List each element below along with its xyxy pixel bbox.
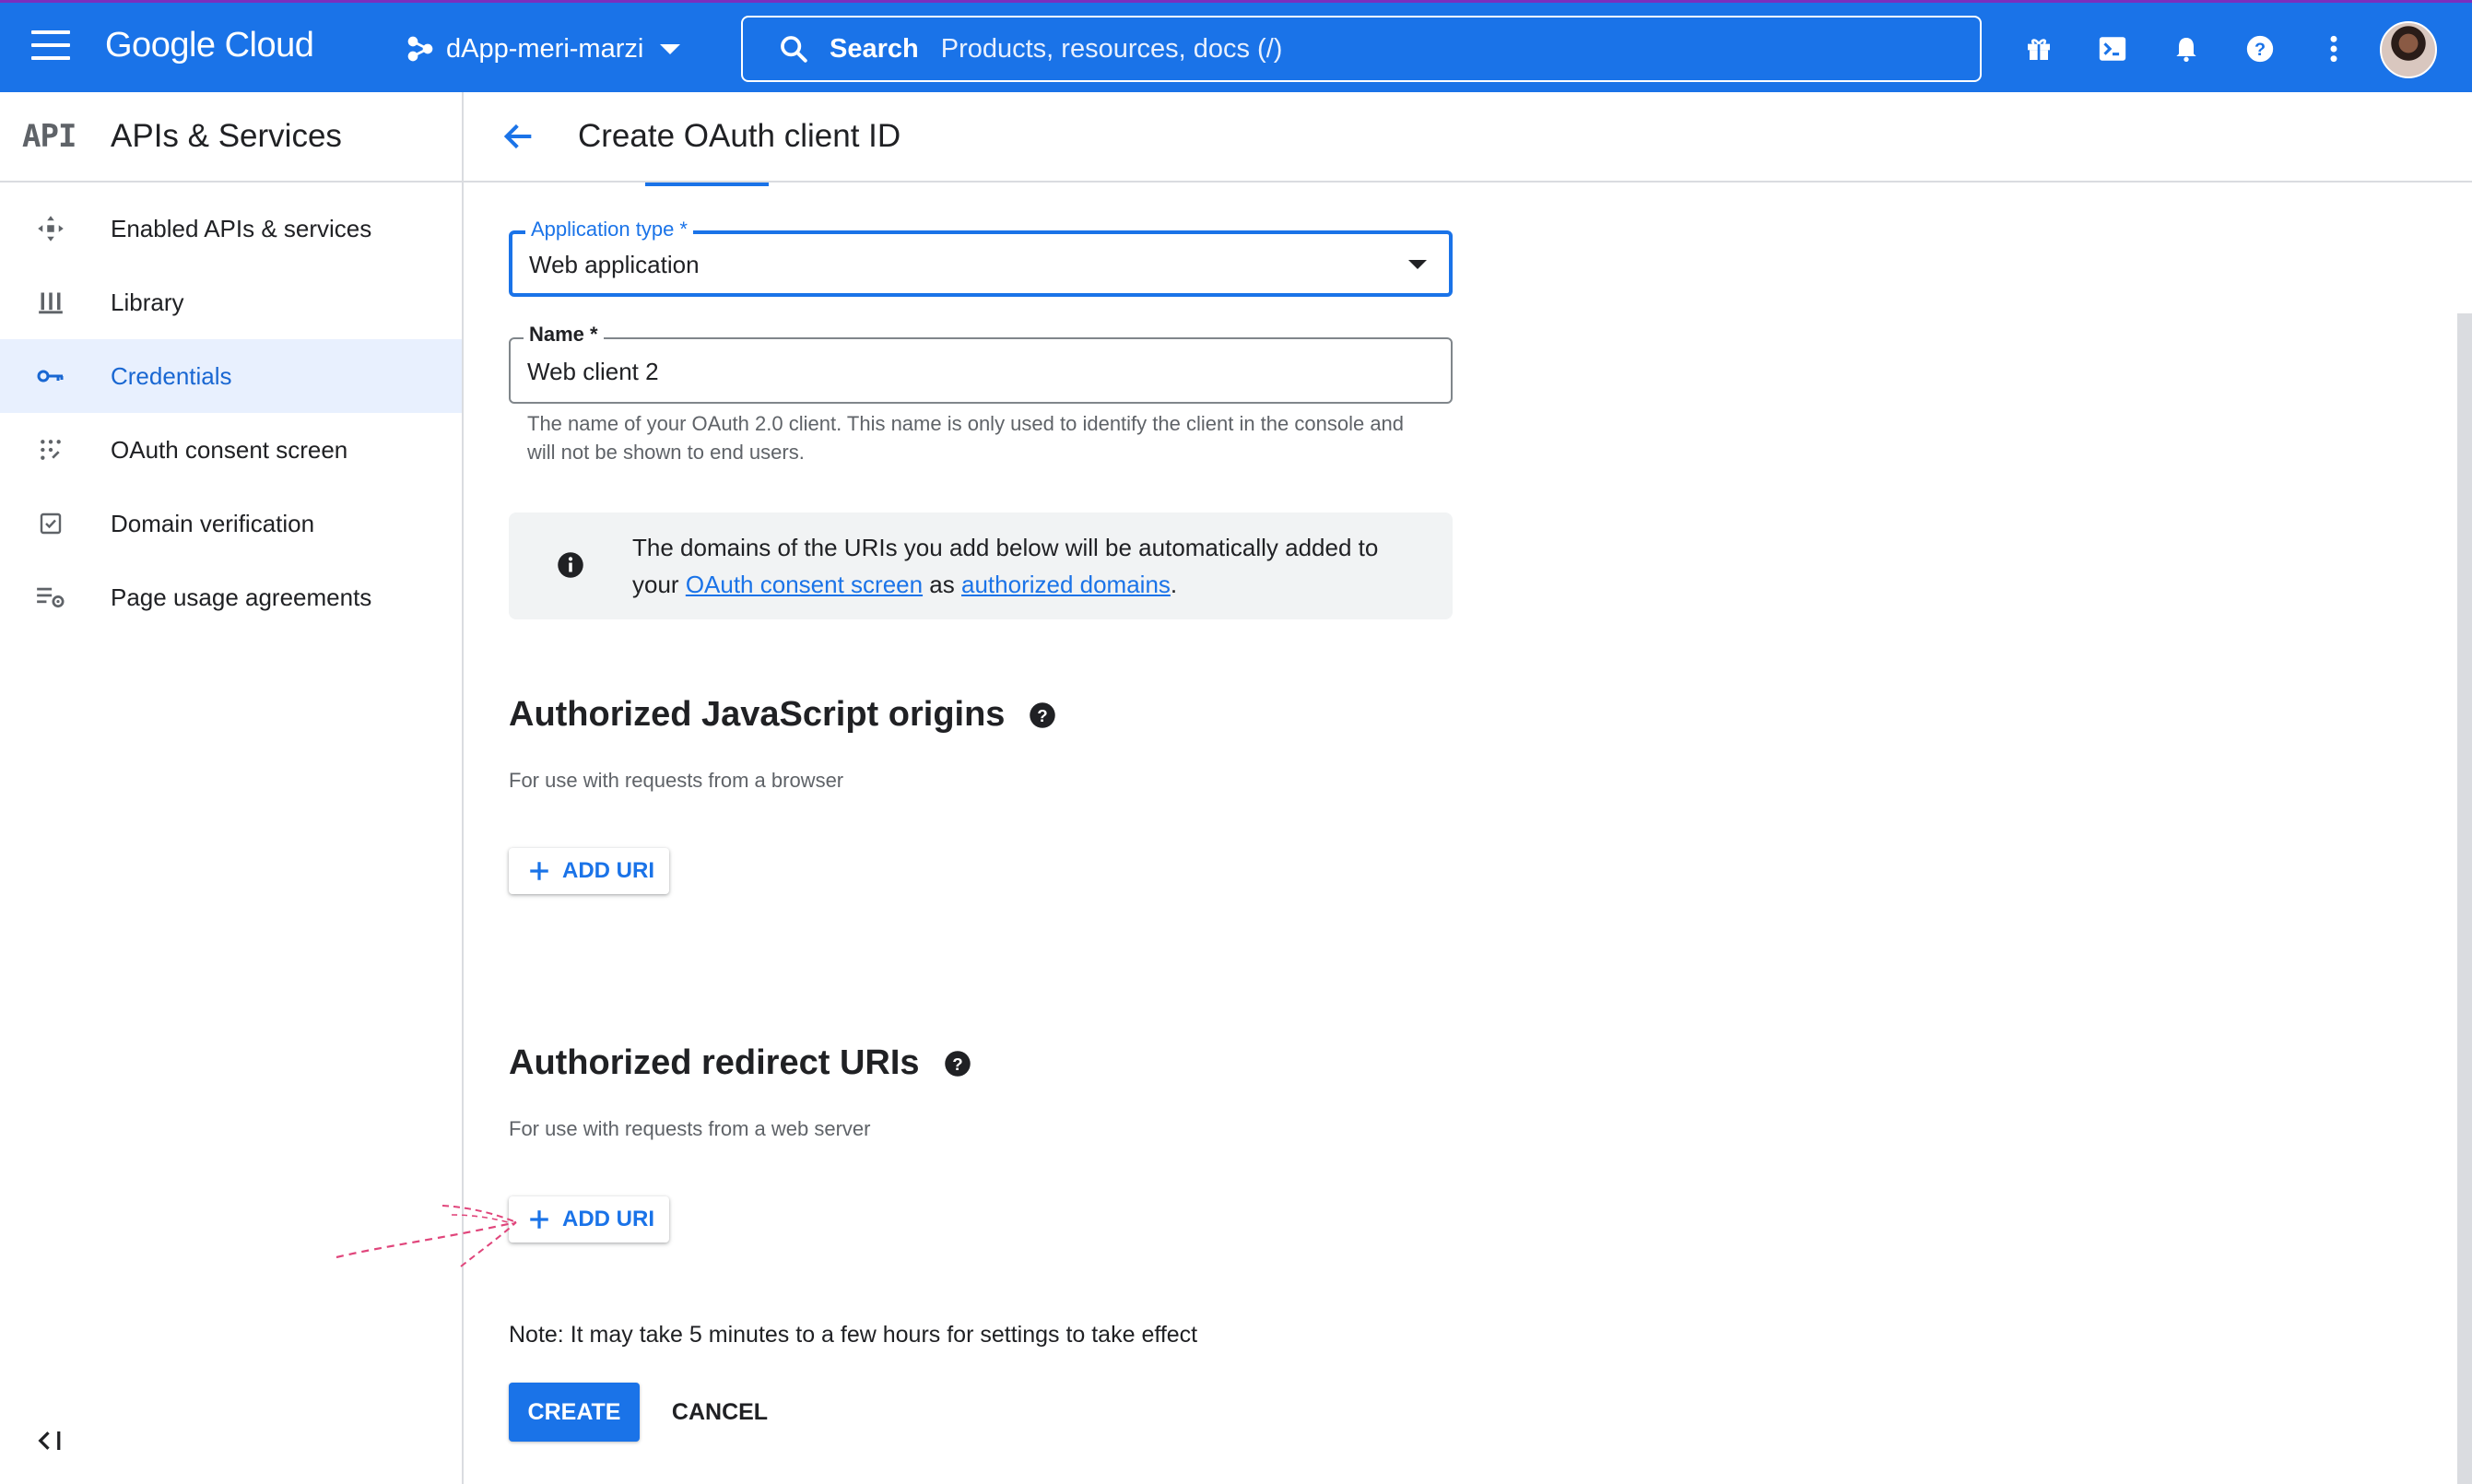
search-input[interactable]: Search Products, resources, docs (/) [741,16,1982,82]
client-name-value: Web client 2 [527,358,659,385]
svg-text:?: ? [952,1054,962,1073]
sidebar-item-label: Credentials [111,361,232,390]
sidebar-item-label: Library [111,288,184,316]
help-circle-icon[interactable]: ? [1029,701,1056,729]
add-uri-label: ADD URI [562,1207,654,1231]
application-type-select[interactable]: Application type * Web application [509,218,1453,297]
client-name-helper: The name of your OAuth 2.0 client. This … [527,412,1405,464]
sidebar-item-page-usage[interactable]: Page usage agreements [0,560,462,634]
settings-list-icon [35,582,66,613]
cloud-shell-icon[interactable] [2094,30,2131,67]
domain-info-banner: The domains of the URIs you add below wi… [509,512,1453,619]
settings-delay-note: Note: It may take 5 minutes to a few hou… [509,1322,1198,1348]
search-icon [781,36,807,63]
chevron-down-icon [660,43,681,54]
project-picker[interactable]: dApp-meri-marzi [406,29,681,69]
svg-text:?: ? [1038,705,1048,724]
checkbox-icon [35,508,66,539]
info-icon [558,552,583,578]
collapse-sidebar-icon[interactable] [37,1429,68,1456]
notifications-bell-icon[interactable] [2168,30,2205,67]
create-button[interactable]: CREATE [509,1383,640,1442]
project-hierarchy-icon [407,36,433,62]
annotation-arrow-icon [335,1205,517,1267]
dropdown-arrow-icon [1408,260,1427,269]
sidebar-item-label: Domain verification [111,509,315,537]
google-cloud-logo[interactable]: Google Cloud [105,25,314,65]
plus-icon [530,862,548,880]
account-avatar[interactable] [2380,21,2437,78]
api-logo-icon: API [22,118,77,155]
oauth-consent-screen-link[interactable]: OAuth consent screen [686,571,923,598]
add-uri-label: ADD URI [562,858,654,883]
key-icon [35,360,66,392]
svg-text:?: ? [2254,40,2266,60]
info-text-part: . [1170,571,1178,598]
js-origins-section-title: Authorized JavaScript origins ? [509,695,1056,735]
sidebar-item-label: Page usage agreements [111,583,372,611]
sidebar-header: API APIs & Services [0,92,462,183]
plus-icon [530,1210,548,1229]
more-vert-icon[interactable] [2315,30,2352,67]
back-arrow-icon[interactable] [500,118,537,155]
sidebar-item-enabled-apis[interactable]: Enabled APIs & services [0,192,462,265]
sidebar-title: APIs & Services [111,118,342,154]
application-type-value: Web application [529,251,700,278]
search-label: Search [830,33,919,64]
search-placeholder: Products, resources, docs (/) [940,33,1283,64]
info-text-part: as [923,571,961,598]
gift-icon[interactable] [2020,30,2057,67]
top-app-bar: Google Cloud dApp-meri-marzi Search Prod… [0,0,2472,92]
js-origins-title: Authorized JavaScript origins [509,695,1006,734]
add-js-origin-uri-button[interactable]: ADD URI [509,848,669,894]
sidebar-item-credentials[interactable]: Credentials [0,339,462,413]
sidebar-item-label: OAuth consent screen [111,435,348,464]
enabled-apis-icon [35,213,66,244]
consent-grid-icon [35,434,66,465]
add-redirect-uri-button[interactable]: ADD URI [509,1196,669,1243]
sidebar-item-label: Enabled APIs & services [111,214,372,242]
application-type-label: Application type * [525,218,693,241]
scrolled-link-underline [645,183,769,186]
sidebar-item-oauth-consent[interactable]: OAuth consent screen [0,413,462,487]
sidebar-item-domain-verification[interactable]: Domain verification [0,487,462,560]
cancel-button[interactable]: CANCEL [664,1383,776,1442]
client-name-field[interactable]: Name * Web client 2 [509,323,1453,404]
page-title: Create OAuth client ID [578,118,901,154]
help-icon[interactable]: ? [2242,30,2278,67]
authorized-domains-link[interactable]: authorized domains [961,571,1171,598]
client-name-label: Name * [524,323,604,347]
help-circle-icon[interactable]: ? [944,1050,971,1078]
page-header: Create OAuth client ID [464,92,2472,183]
redirect-uris-title: Authorized redirect URIs [509,1043,920,1082]
redirect-uris-subtitle: For use with requests from a web server [509,1117,871,1140]
redirect-uris-section-title: Authorized redirect URIs ? [509,1043,971,1083]
domain-info-text: The domains of the URIs you add below wi… [632,529,1407,603]
hamburger-menu-icon[interactable] [31,30,70,62]
sidebar-item-library[interactable]: Library [0,265,462,339]
vertical-scrollbar[interactable] [2457,313,2472,1484]
project-name: dApp-meri-marzi [446,33,644,64]
library-icon [35,287,66,318]
js-origins-subtitle: For use with requests from a browser [509,769,844,792]
